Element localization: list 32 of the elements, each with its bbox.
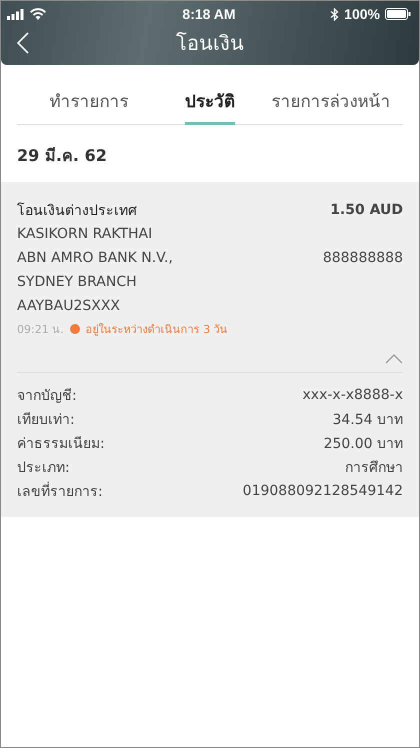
page-title: โอนเงิน [176, 30, 244, 57]
detail-label: จากบัญชี: [17, 387, 77, 406]
account-number: 888888888 [322, 250, 403, 266]
recipient-line: ABN AMRO BANK N.V., [17, 250, 173, 266]
transaction-amount: 1.50 AUD [330, 202, 403, 218]
transaction-card[interactable] [1, 182, 419, 517]
battery-icon [384, 8, 411, 20]
bluetooth-icon [330, 8, 340, 20]
back-icon[interactable] [17, 32, 29, 54]
detail-label: เลขที่รายการ: [17, 480, 103, 502]
recipient-line: AAYBAU2SXXX [17, 298, 120, 314]
recipient-line: KASIKORN RAKTHAI [17, 226, 152, 242]
transaction-time: 09:21 น. [17, 322, 64, 338]
detail-value: 250.00 บาท [324, 435, 403, 454]
date-heading: 29 มี.ค. 62 [16, 145, 108, 167]
recipient-line: SYDNEY BRANCH [17, 274, 137, 290]
status-time: 8:18 AM [182, 6, 236, 22]
battery-percent: 100% [344, 6, 380, 22]
detail-value: การศึกษา [345, 459, 403, 478]
detail-value: xxx-x-x8888-x [302, 387, 403, 403]
tab[interactable]: ประวัติ [185, 81, 235, 125]
status-text: อยู่ในระหว่างดำเนินการ 3 วัน [86, 322, 228, 338]
tab[interactable]: ทำรายการ [17, 81, 161, 125]
detail-label: ประเภท: [17, 459, 70, 478]
wifi-icon [30, 8, 46, 20]
transaction-title: โอนเงินต่างประเทศ [17, 202, 137, 221]
detail-label: ค่าธรรมเนียม: [17, 435, 105, 454]
signal-icon [7, 8, 25, 20]
detail-label: เทียบเท่า: [17, 411, 75, 430]
detail-value: 34.54 บาท [332, 411, 403, 430]
tab[interactable]: รายการล่วงหน้า [259, 81, 403, 125]
detail-value: 019088092128549142 [242, 483, 403, 499]
